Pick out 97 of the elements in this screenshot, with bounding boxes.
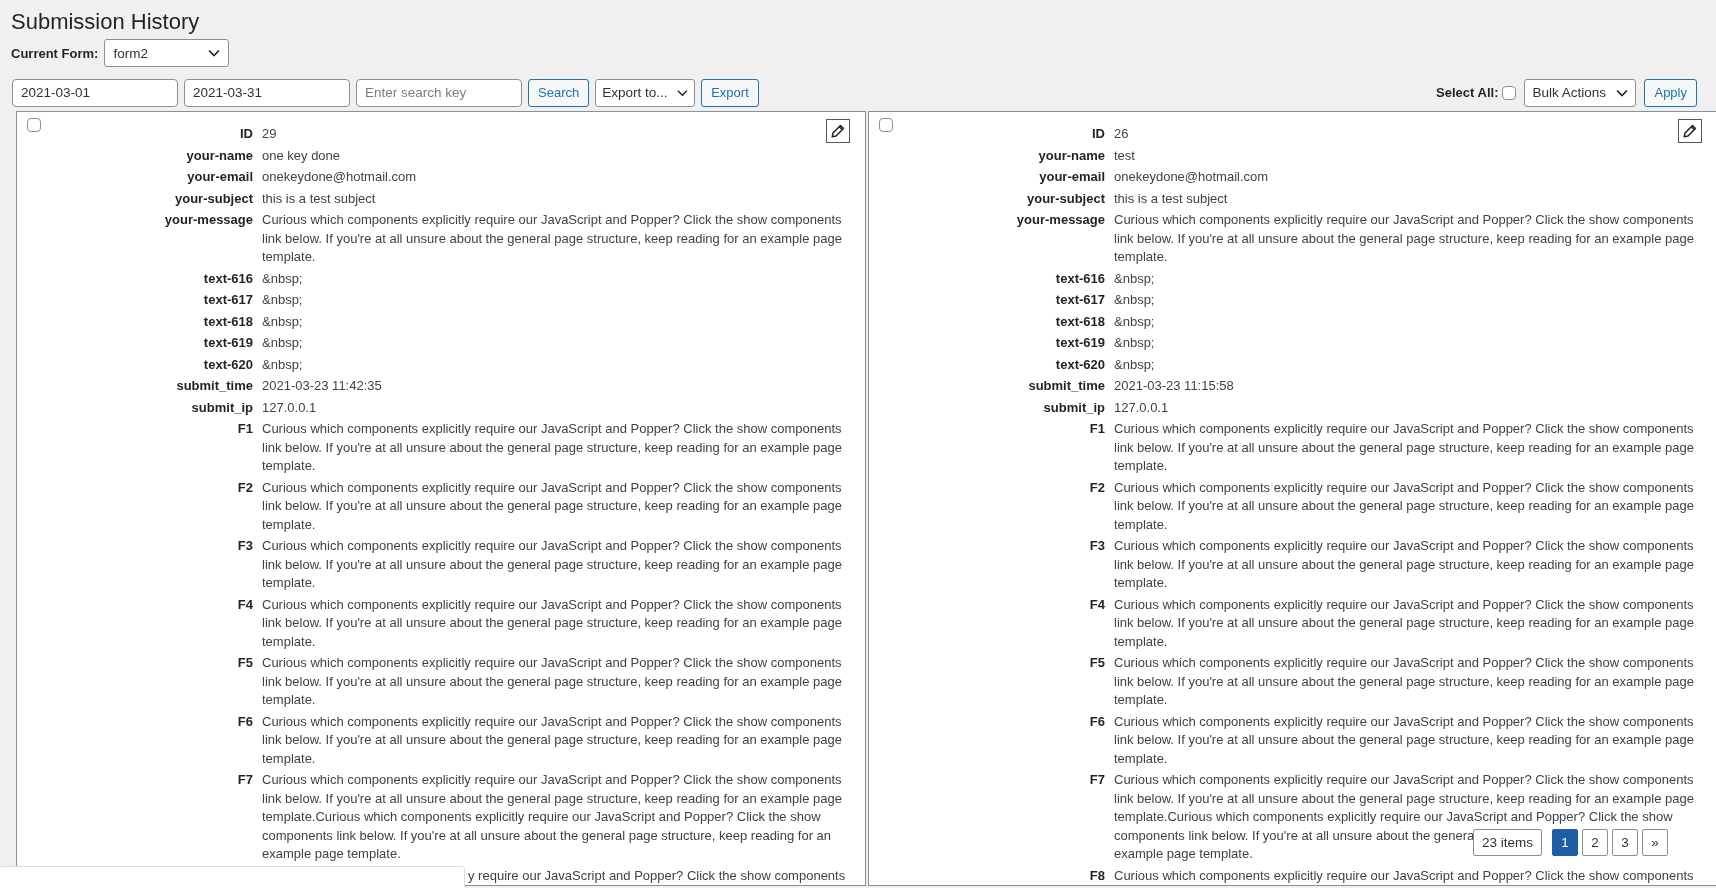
- field-label: your-email: [187, 168, 253, 186]
- field-value: &nbsp;: [1114, 269, 1155, 288]
- field-label: your-name: [1038, 146, 1105, 165]
- field-label: your-message: [1016, 211, 1105, 229]
- field-label: text-620: [1055, 355, 1105, 374]
- field-value: &nbsp;: [1114, 355, 1155, 374]
- field-label: text-619: [203, 334, 253, 352]
- field-label: F5: [237, 654, 253, 672]
- field-label: text-619: [1055, 334, 1105, 352]
- field-label: text-616: [1055, 269, 1105, 288]
- field-label: submit_time: [1028, 377, 1105, 395]
- field-label: your-email: [1039, 168, 1105, 186]
- date-from-field[interactable]: 2021-03-01: [12, 78, 178, 107]
- field-value: &nbsp;: [1114, 291, 1155, 309]
- field-label: ID: [240, 125, 253, 143]
- field-value: Curious which components explicitly require our JavaScript and Popper? Click the show components: [1114, 866, 1694, 885]
- item-count: 23 items: [1473, 829, 1543, 856]
- apply-button[interactable]: Apply: [1644, 78, 1697, 107]
- field-label: F1: [1089, 420, 1105, 438]
- field-value: &nbsp;: [262, 334, 303, 352]
- field-value: Curious which components explicitly require our JavaScript and Popper? Click the show components link below. If you're at all unsure about the general page structure, keep reading for an example page template.: [1114, 211, 1695, 266]
- field-label: F6: [1089, 712, 1105, 731]
- field-label: F2: [1089, 478, 1105, 497]
- field-value: onekeydone@hotmail.com: [262, 168, 417, 186]
- field-label: text-617: [1055, 291, 1105, 309]
- field-value: Curious which components explicitly require our JavaScript and Popper? Click the show components link below. If you're at all unsure about the general page structure, keep reading for an example page template.: [1114, 420, 1695, 475]
- field-value: Curious which components explicitly require our JavaScript and Popper? Click the show components link below. If you're at all unsure about the general page structure, keep reading for an example page template.: [262, 537, 843, 592]
- form-select[interactable]: form2: [104, 39, 230, 67]
- field-value: Curious which components explicitly require our JavaScript and Popper? Click the show components link below. If you're at all unsure about the general page structure, keep reading for an example page template.: [1114, 537, 1695, 592]
- field-label: text-618: [1055, 312, 1105, 331]
- field-label: F7: [1089, 771, 1105, 789]
- field-label: text-618: [203, 312, 253, 331]
- field-label: text-620: [203, 355, 253, 374]
- field-value: 26: [1114, 125, 1129, 143]
- field-value: Curious which components explicitly require our JavaScript and Popper? Click the show components link below. If you're at all unsure about the general page structure, keep reading for an example page template.: [262, 595, 843, 651]
- page-title: Submission History: [11, 9, 201, 35]
- field-value: Curious which components explicitly require our JavaScript and Popper? Click the show components link below. If you're at all unsure about the general page structure, keep reading for an example page template.: [1114, 654, 1695, 709]
- field-value: 127.0.0.1: [1114, 398, 1169, 417]
- page-button[interactable]: 3: [1612, 829, 1639, 856]
- field-label: submit_ip: [191, 398, 253, 417]
- field-value: one key done: [262, 146, 341, 165]
- field-label: F7: [237, 771, 253, 789]
- field-value: 2021-03-23 11:42:35: [262, 377, 382, 395]
- field-value: y require our JavaScript and Popper? Click the show components: [468, 866, 846, 885]
- field-label: your-subject: [1027, 189, 1105, 208]
- export-select[interactable]: Export to...: [595, 78, 696, 107]
- field-label: F2: [237, 478, 253, 497]
- field-value: Curious which components explicitly require our JavaScript and Popper? Click the show components link below. If you're at all unsure about the general page structure, keep reading for an example page template.: [262, 478, 843, 534]
- field-label: F3: [237, 537, 253, 555]
- field-value: Curious which components explicitly require our JavaScript and Popper? Click the show components link below. If you're at all unsure about the general page structure, keep reading for an example page template.: [262, 420, 843, 475]
- date-to-field[interactable]: 2021-03-31: [184, 78, 350, 107]
- field-value: Curious which components explicitly require our JavaScript and Popper? Click the show components link below. If you're at all unsure about the general page structure, keep reading for an example page template.: [262, 211, 843, 266]
- field-label: F3: [1089, 537, 1105, 555]
- field-value: 127.0.0.1: [262, 398, 317, 417]
- field-value: &nbsp;: [1114, 312, 1155, 331]
- field-value: components link below. If you're at all unsure about the genera: [1114, 826, 1475, 845]
- field-value: this is a test subject: [1114, 189, 1228, 208]
- field-label: ID: [1092, 125, 1105, 143]
- field-label: submit_ip: [1043, 398, 1105, 417]
- search-field[interactable]: Enter search key: [356, 78, 522, 107]
- field-label: your-message: [164, 211, 253, 229]
- page-button[interactable]: 1: [1552, 829, 1579, 856]
- field-label: text-616: [203, 269, 253, 288]
- field-value: Curious which components explicitly require our JavaScript and Popper? Click the show components link below. If you're at all unsure about the general page structure, keep reading for an example page template.: [1114, 595, 1695, 651]
- field-value: onekeydone@hotmail.com: [1114, 168, 1269, 186]
- field-value: &nbsp;: [262, 269, 303, 288]
- field-label: your-name: [186, 146, 253, 165]
- field-value: test: [1114, 146, 1135, 165]
- bulk-actions-select[interactable]: Bulk Actions: [1524, 78, 1637, 107]
- field-value: example page template.: [1114, 845, 1253, 863]
- field-label: text-617: [203, 291, 253, 309]
- field-value: &nbsp;: [1114, 334, 1155, 352]
- field-label: your-subject: [175, 189, 253, 208]
- field-value: 29: [262, 125, 277, 143]
- field-value: &nbsp;: [262, 312, 303, 331]
- field-value: Curious which components explicitly require our JavaScript and Popper? Click the show components link below. If you're at all unsure about the general page structure, keep reading for an example page template.: [1114, 478, 1695, 534]
- field-value: &nbsp;: [262, 291, 303, 309]
- field-value: Curious which components explicitly require our JavaScript and Popper? Click the show components link below. If you're at all unsure about the general page structure, keep reading for an example page template.Curious which components explicitly require our JavaScript and Popper? Click the show components link below. If you're at all unsure about the general page structure, keep reading for an example page template.: [262, 771, 843, 863]
- field-value: 2021-03-23 11:15:58: [1114, 377, 1234, 395]
- field-value: Curious which components explicitly require our JavaScript and Popper? Click the show components link below. If you're at all unsure about the general page structure, keep reading for an example page template.: [262, 712, 843, 768]
- field-label: F4: [1089, 595, 1105, 614]
- page-button[interactable]: 2: [1582, 829, 1609, 856]
- field-label: F8: [1089, 866, 1105, 885]
- field-value: this is a test subject: [262, 189, 376, 208]
- field-label: F5: [1089, 654, 1105, 672]
- field-label: F6: [237, 712, 253, 731]
- field-value: &nbsp;: [262, 355, 303, 374]
- field-value: Curious which components explicitly require our JavaScript and Popper? Click the show components link below. If you're at all unsure about the general page structure, keep reading for an example page template.: [1114, 712, 1695, 768]
- field-label: F1: [237, 420, 253, 438]
- field-value: Curious which components explicitly require our JavaScript and Popper? Click the show components link below. If you're at all unsure about the general page structure, keep reading for an example page template.: [262, 654, 843, 709]
- field-label: F4: [237, 595, 253, 614]
- field-label: submit_time: [176, 377, 253, 395]
- select-all-label: Select All:: [1436, 85, 1499, 100]
- export-button[interactable]: Export: [701, 78, 759, 107]
- current-form-label: Current Form:: [11, 45, 99, 61]
- next-page-button[interactable]: »: [1642, 829, 1669, 856]
- search-button[interactable]: Search: [528, 78, 590, 107]
